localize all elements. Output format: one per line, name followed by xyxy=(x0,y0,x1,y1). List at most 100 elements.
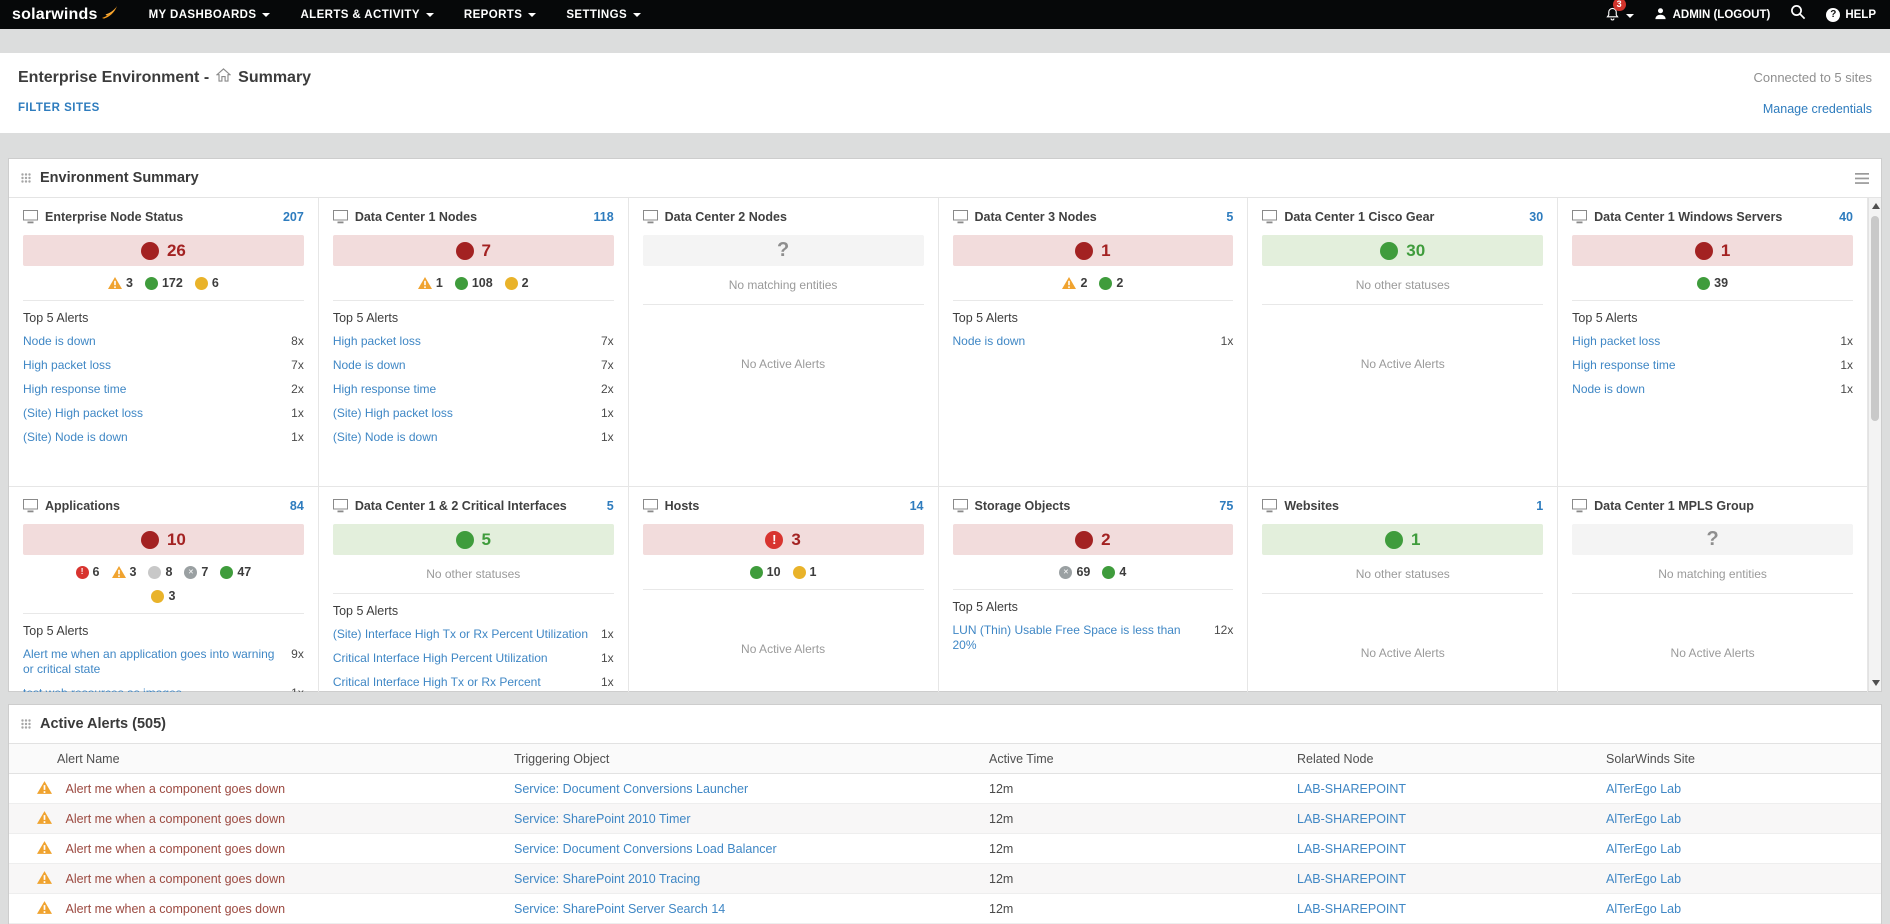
alert-name-link[interactable]: Alert me when a component goes down xyxy=(65,842,285,856)
solarwinds-site-link[interactable]: AlTerEgo Lab xyxy=(1598,893,1881,924)
search-button[interactable] xyxy=(1790,4,1806,25)
tile-alert-link[interactable]: High response time xyxy=(1572,358,1675,373)
triggering-object-link[interactable]: Service: SharePoint 2010 Timer xyxy=(506,803,981,834)
alert-name-link[interactable]: Alert me when a component goes down xyxy=(65,812,285,826)
status-count-up[interactable]: 108 xyxy=(454,276,493,290)
solarwinds-site-link[interactable]: AlTerEgo Lab xyxy=(1598,773,1881,804)
triggering-object-link[interactable]: Service: Document Conversions Load Balan… xyxy=(506,833,981,864)
status-count-up[interactable]: 10 xyxy=(749,565,781,579)
status-count-external[interactable]: 8 xyxy=(148,565,172,579)
related-node-link[interactable]: LAB-SHAREPOINT xyxy=(1289,833,1598,864)
tile-title[interactable]: Data Center 1 & 2 Critical Interfaces xyxy=(355,499,600,513)
status-count-up[interactable]: 47 xyxy=(220,565,251,579)
solarwinds-site-link[interactable]: AlTerEgo Lab xyxy=(1598,803,1881,834)
tile-count[interactable]: 14 xyxy=(910,499,924,513)
tile-alert-link[interactable]: High packet loss xyxy=(333,334,421,349)
nav-alerts-activity[interactable]: ALERTS & ACTIVITY xyxy=(285,0,448,29)
nav-reports[interactable]: REPORTS xyxy=(449,0,551,29)
related-node-link[interactable]: LAB-SHAREPOINT xyxy=(1289,893,1598,924)
tile-count[interactable]: 75 xyxy=(1219,499,1233,513)
status-count-warning[interactable]: 1 xyxy=(792,565,817,579)
status-band[interactable]: 5 xyxy=(332,524,614,555)
status-band[interactable]: 1 xyxy=(1572,235,1853,266)
status-band[interactable]: 2 xyxy=(952,524,1234,555)
tile-title[interactable]: Data Center 3 Nodes xyxy=(975,210,1220,224)
status-count-up[interactable]: 2 xyxy=(1099,276,1123,290)
tile-count[interactable]: 84 xyxy=(290,499,304,513)
tile-count[interactable]: 5 xyxy=(1226,210,1233,224)
alert-name-link[interactable]: Alert me when a component goes down xyxy=(65,872,285,886)
status-count-warning[interactable]: 2 xyxy=(504,276,529,290)
tile-alert-link[interactable]: High response time xyxy=(23,382,126,397)
triggering-object-link[interactable]: Service: Document Conversions Launcher xyxy=(506,773,981,804)
tile-alert-link[interactable]: (Site) High packet loss xyxy=(23,406,143,421)
tile-title[interactable]: Websites xyxy=(1284,499,1529,513)
tile-alert-link[interactable]: Critical Interface High Tx or Rx Percent… xyxy=(333,675,591,692)
scroll-up-arrow[interactable] xyxy=(1871,203,1880,209)
tile-title[interactable]: Applications xyxy=(45,499,283,513)
tile-alert-link[interactable]: (Site) Interface High Tx or Rx Percent U… xyxy=(333,627,588,642)
notifications-button[interactable]: 3 xyxy=(1605,0,1634,27)
triggering-object-link[interactable]: Service: SharePoint 2010 Tracing xyxy=(506,863,981,894)
tile-title[interactable]: Data Center 1 Nodes xyxy=(355,210,587,224)
related-node-link[interactable]: LAB-SHAREPOINT xyxy=(1289,773,1598,804)
tile-count[interactable]: 30 xyxy=(1529,210,1543,224)
tile-count[interactable]: 40 xyxy=(1839,210,1853,224)
scroll-down-arrow[interactable] xyxy=(1871,680,1880,686)
status-count-unknown[interactable]: ✕ 7 xyxy=(184,565,208,579)
tile-alert-link[interactable]: Node is down xyxy=(23,334,96,349)
column-active-time[interactable]: Active Time xyxy=(981,743,1289,774)
status-count-unknown[interactable]: ✕ 69 xyxy=(1059,565,1090,579)
scroll-thumb[interactable] xyxy=(1871,216,1879,421)
tile-title[interactable]: Storage Objects xyxy=(975,499,1213,513)
status-band[interactable]: 26 xyxy=(23,235,304,266)
status-band[interactable]: 7 xyxy=(332,235,614,266)
tile-count[interactable]: 118 xyxy=(593,210,613,224)
manage-credentials-link[interactable]: Manage credentials xyxy=(1763,102,1872,116)
tile-count[interactable]: 5 xyxy=(607,499,614,513)
tile-alert-link[interactable]: (Site) Node is down xyxy=(333,430,438,445)
status-count-critical[interactable]: ! 6 xyxy=(75,565,100,579)
column-alert-name[interactable]: Alert Name xyxy=(9,743,506,774)
tile-count[interactable]: 207 xyxy=(283,210,304,224)
nav-settings[interactable]: SETTINGS xyxy=(551,0,656,29)
app-logo[interactable]: solarwinds xyxy=(0,5,134,24)
solarwinds-site-link[interactable]: AlTerEgo Lab xyxy=(1598,863,1881,894)
status-count-up[interactable]: 172 xyxy=(144,276,183,290)
triggering-object-link[interactable]: Service: SharePoint Server Search 14 xyxy=(506,893,981,924)
column-related-node[interactable]: Related Node xyxy=(1289,743,1598,774)
status-band[interactable]: 1 xyxy=(1262,524,1544,555)
drag-handle-icon[interactable] xyxy=(21,719,31,729)
tile-title[interactable]: Data Center 1 Cisco Gear xyxy=(1284,210,1522,224)
filter-sites-link[interactable]: FILTER SITES xyxy=(18,102,100,116)
tile-title[interactable]: Enterprise Node Status xyxy=(45,210,276,224)
nav-my-dashboards[interactable]: MY DASHBOARDS xyxy=(134,0,286,29)
status-band[interactable]: ? xyxy=(642,235,924,266)
alert-name-link[interactable]: Alert me when a component goes down xyxy=(65,902,285,916)
tile-alert-link[interactable]: High packet loss xyxy=(23,358,111,373)
tiles-scrollbar[interactable] xyxy=(1868,198,1881,691)
user-menu[interactable]: ADMIN (LOGOUT) xyxy=(1654,7,1770,23)
tile-title[interactable]: Hosts xyxy=(665,499,903,513)
status-count-up[interactable]: 39 xyxy=(1697,276,1728,290)
status-count-warn[interactable]: 3 xyxy=(108,276,133,290)
status-count-warn[interactable]: 1 xyxy=(417,276,443,290)
tile-alert-link[interactable]: test web resources as images xyxy=(23,686,182,692)
tile-count[interactable]: 1 xyxy=(1536,499,1543,513)
status-count-warn[interactable]: 2 xyxy=(1062,276,1087,290)
help-button[interactable]: ? HELP xyxy=(1826,7,1876,22)
tile-alert-link[interactable]: (Site) High packet loss xyxy=(333,406,453,421)
column-triggering-object[interactable]: Triggering Object xyxy=(506,743,981,774)
related-node-link[interactable]: LAB-SHAREPOINT xyxy=(1289,863,1598,894)
tile-alert-link[interactable]: (Site) Node is down xyxy=(23,430,128,445)
tile-alert-link[interactable]: High response time xyxy=(333,382,436,397)
tile-title[interactable]: Data Center 1 Windows Servers xyxy=(1594,210,1832,224)
status-band[interactable]: ! 3 xyxy=(642,524,924,555)
tile-alert-link[interactable]: LUN (Thin) Usable Free Space is less tha… xyxy=(953,623,1204,653)
alert-name-link[interactable]: Alert me when a component goes down xyxy=(65,782,285,796)
tile-title[interactable]: Data Center 2 Nodes xyxy=(665,210,917,224)
related-node-link[interactable]: LAB-SHAREPOINT xyxy=(1289,803,1598,834)
status-count-warning[interactable]: 6 xyxy=(194,276,219,290)
panel-menu-icon[interactable] xyxy=(1855,172,1869,184)
tile-title[interactable]: Data Center 1 MPLS Group xyxy=(1594,499,1846,513)
